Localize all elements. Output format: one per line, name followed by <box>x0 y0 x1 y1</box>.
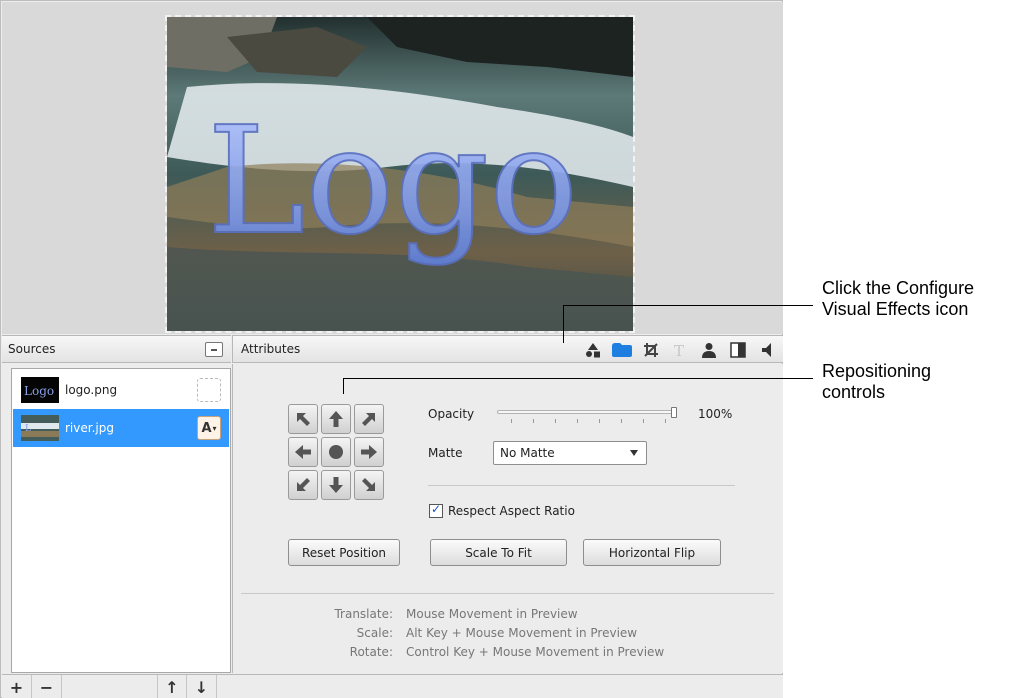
sources-header: Sources <box>2 335 231 363</box>
app-window: Logo Sources Attributes T Logo logo.png … <box>0 0 783 698</box>
opacity-track <box>497 410 675 414</box>
move-left-button[interactable] <box>288 437 318 467</box>
divider <box>241 593 774 594</box>
move-source-down-button[interactable]: ↓ <box>187 675 217 698</box>
preview-image: Logo <box>167 17 633 331</box>
source-item-river[interactable]: L river.jpg A ▾ <box>13 409 229 447</box>
logo-thumbnail: Logo <box>21 377 59 403</box>
chevron-down-icon <box>630 450 638 456</box>
divider <box>428 485 735 486</box>
attributes-title: Attributes <box>241 342 301 356</box>
contrast-icon[interactable] <box>723 337 752 362</box>
respect-aspect-label: Respect Aspect Ratio <box>448 504 575 518</box>
visual-effects-callout-line <box>563 305 813 306</box>
svg-text:Logo: Logo <box>24 384 54 398</box>
move-up-right-button[interactable] <box>354 404 384 434</box>
opacity-slider-thumb[interactable] <box>671 407 677 418</box>
source-name: river.jpg <box>65 421 114 435</box>
preview-logo-text: Logo <box>207 95 578 267</box>
remove-source-button[interactable]: − <box>32 675 62 698</box>
matte-label: Matte <box>428 446 463 460</box>
matte-select[interactable]: No Matte <box>493 441 647 465</box>
source-item-logo[interactable]: Logo logo.png <box>13 371 229 409</box>
svg-text:T: T <box>674 342 684 358</box>
reset-position-button[interactable]: Reset Position <box>288 539 400 566</box>
preview-frame[interactable]: Logo <box>165 15 635 333</box>
repositioning-callout-line <box>343 378 344 394</box>
move-source-up-button[interactable]: ↑ <box>157 675 187 698</box>
repositioning-callout-line <box>343 378 813 379</box>
add-source-button[interactable]: + <box>2 675 32 698</box>
horizontal-flip-button[interactable]: Horizontal Flip <box>583 539 721 566</box>
person-icon[interactable] <box>694 337 723 362</box>
scale-to-fit-button[interactable]: Scale To Fit <box>430 539 567 566</box>
repositioning-annotation: Repositioning controls <box>822 361 932 402</box>
move-down-left-button[interactable] <box>288 470 318 500</box>
source-mark-menu[interactable]: A ▾ <box>197 416 221 440</box>
river-thumbnail: L <box>21 415 59 441</box>
move-down-button[interactable] <box>321 470 351 500</box>
opacity-value: 100% <box>698 407 733 421</box>
opacity-slider[interactable] <box>497 407 677 423</box>
audio-icon[interactable] <box>752 337 781 362</box>
svg-text:L: L <box>25 424 31 434</box>
matte-selected-value: No Matte <box>500 446 555 460</box>
move-up-button[interactable] <box>321 404 351 434</box>
visual-effects-annotation: Click the Configure Visual Effects icon <box>822 278 975 319</box>
sources-title: Sources <box>8 342 56 356</box>
source-name: logo.png <box>65 383 118 397</box>
crop-icon[interactable] <box>636 337 665 362</box>
source-mark-empty[interactable] <box>197 378 221 402</box>
attribute-tabs: T <box>578 337 781 362</box>
center-button[interactable] <box>321 437 351 467</box>
respect-aspect-checkbox[interactable] <box>429 502 443 518</box>
move-down-right-button[interactable] <box>354 470 384 500</box>
visual-effects-callout-line <box>563 305 564 343</box>
move-right-button[interactable] <box>354 437 384 467</box>
text-icon[interactable]: T <box>665 337 694 362</box>
attributes-pane: Opacity 100% Matte No Matte Respect Aspe… <box>232 364 783 673</box>
attributes-header: Attributes T <box>232 335 783 363</box>
object-tab-icon[interactable] <box>578 337 607 362</box>
move-up-left-button[interactable] <box>288 404 318 434</box>
sources-collapse-button[interactable] <box>205 342 223 357</box>
visual-effects-icon[interactable] <box>607 337 636 362</box>
preview-area[interactable]: Logo <box>2 2 783 334</box>
opacity-label: Opacity <box>428 407 475 421</box>
sources-list[interactable]: Logo logo.png L river.jpg A ▾ <box>11 368 231 673</box>
sources-toolbar: + − ↑ ↓ <box>2 674 783 698</box>
